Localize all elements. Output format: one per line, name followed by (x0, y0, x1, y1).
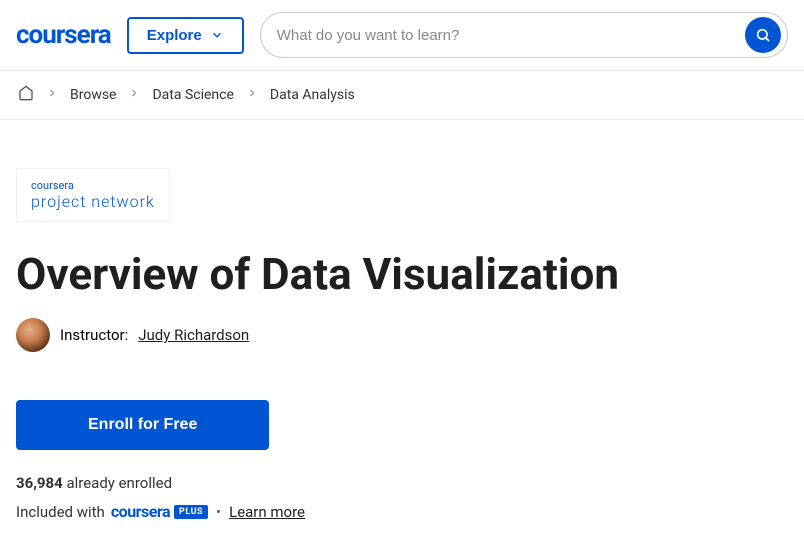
chevron-right-icon (128, 87, 140, 103)
chevron-right-icon (246, 87, 258, 103)
separator-dot: • (216, 503, 221, 521)
chevron-down-icon (210, 28, 224, 42)
breadcrumb-browse[interactable]: Browse (70, 87, 116, 103)
chevron-right-icon (46, 87, 58, 103)
included-row: Included with coursera PLUS • Learn more (16, 502, 788, 521)
breadcrumb-data-science[interactable]: Data Science (152, 87, 233, 103)
plus-tag: PLUS (174, 505, 208, 519)
included-prefix: Included with (16, 503, 105, 521)
enrolled-count-row: 36,984 already enrolled (16, 474, 788, 492)
avatar[interactable] (16, 318, 50, 352)
coursera-plus-badge[interactable]: coursera PLUS (111, 502, 208, 521)
breadcrumb-data-analysis[interactable]: Data Analysis (270, 87, 355, 103)
instructor-label: Instructor: (60, 326, 128, 344)
enrolled-suffix: already enrolled (63, 474, 172, 492)
coursera-logo[interactable]: coursera (16, 20, 111, 50)
provider-line2: project network (31, 192, 155, 211)
provider-badge[interactable]: coursera project network (16, 168, 170, 222)
instructor-link[interactable]: Judy Richardson (138, 326, 249, 344)
explore-button[interactable]: Explore (127, 17, 244, 54)
breadcrumb: Browse Data Science Data Analysis (0, 71, 804, 120)
plus-logo-text: coursera (111, 502, 170, 521)
enrolled-count: 36,984 (16, 474, 63, 492)
explore-label: Explore (147, 27, 202, 44)
home-icon[interactable] (18, 85, 34, 105)
enroll-button[interactable]: Enroll for Free (16, 400, 269, 450)
provider-line1: coursera (31, 179, 155, 192)
search-icon (755, 27, 771, 43)
learn-more-link[interactable]: Learn more (229, 503, 305, 521)
search-input[interactable] (277, 27, 745, 44)
page-title: Overview of Data Visualization (16, 250, 788, 298)
instructor-row: Instructor: Judy Richardson (16, 318, 788, 352)
search-container (260, 12, 788, 58)
search-button[interactable] (745, 17, 781, 53)
